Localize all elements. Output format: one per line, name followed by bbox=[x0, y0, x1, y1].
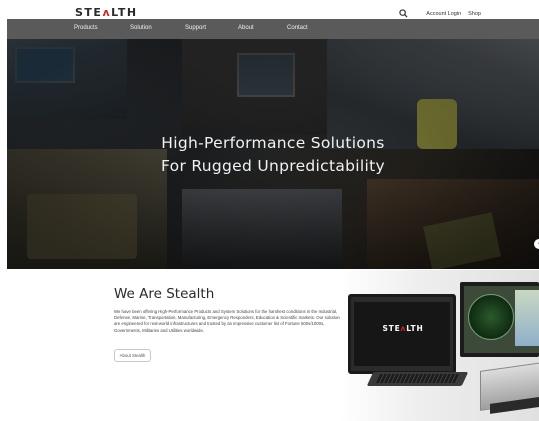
nav-support[interactable]: Support bbox=[185, 25, 206, 31]
hero-headline-line-1: High-Performance Solutions bbox=[161, 134, 385, 152]
nav-about[interactable]: About bbox=[238, 25, 254, 31]
hero-headline-line-2: For Rugged Unpredictability bbox=[161, 157, 385, 175]
hero-overlay bbox=[7, 39, 539, 269]
main-nav: Products Solution Support About Contact bbox=[7, 19, 539, 39]
hero-banner: High-Performance Solutions For Rugged Un… bbox=[7, 39, 539, 269]
radar-display bbox=[468, 294, 514, 340]
nav-solution[interactable]: Solution bbox=[130, 25, 152, 31]
nav-contact[interactable]: Contact bbox=[287, 25, 308, 31]
slider-next-button[interactable]: ‹ bbox=[534, 239, 539, 249]
about-heading: We Are Stealth bbox=[114, 286, 215, 302]
product-logo: STEʌLTH bbox=[382, 324, 424, 333]
top-right-links: Account Login Shop bbox=[399, 9, 481, 18]
map-display bbox=[515, 290, 539, 346]
account-login-link[interactable]: Account Login bbox=[426, 11, 461, 17]
nav-products[interactable]: Products bbox=[74, 25, 98, 31]
about-stealth-button[interactable]: About Stealth bbox=[114, 349, 151, 362]
shop-link[interactable]: Shop bbox=[468, 11, 481, 17]
top-bar: STEʌLTH Account Login Shop bbox=[0, 0, 539, 19]
search-icon[interactable] bbox=[399, 9, 408, 18]
product-showcase-image: STEʌLTH bbox=[300, 270, 539, 421]
product-keyboard bbox=[375, 374, 461, 383]
stealth-logo[interactable]: STEʌLTH bbox=[75, 6, 138, 19]
